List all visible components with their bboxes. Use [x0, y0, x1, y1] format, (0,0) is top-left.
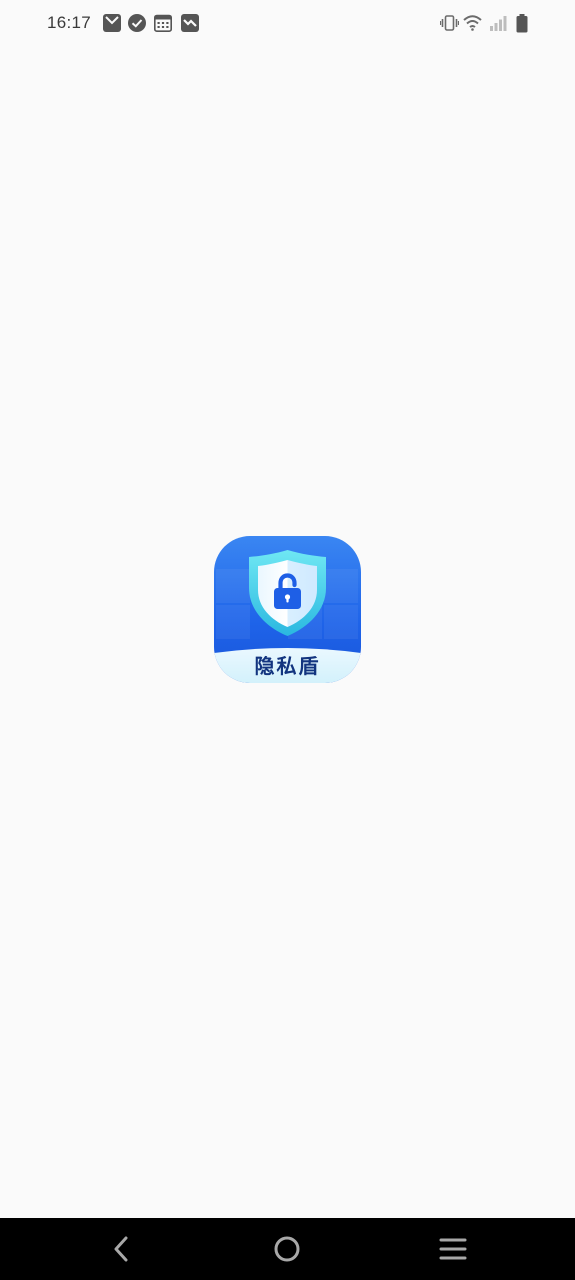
recents-icon: [439, 1238, 467, 1260]
back-icon: [114, 1236, 128, 1262]
home-icon: [274, 1236, 300, 1262]
recents-button[interactable]: [418, 1218, 488, 1280]
check-circle-icon: [128, 14, 146, 32]
mail-icon: [103, 14, 121, 32]
vibrate-icon: [439, 15, 460, 36]
app-logo: 隐私盾: [214, 536, 361, 683]
signal-icon: [490, 15, 507, 36]
wifi-icon: [463, 14, 482, 36]
battery-icon: [516, 14, 528, 38]
status-bar: 16:17: [0, 0, 575, 48]
status-time: 16:17: [47, 13, 92, 32]
calendar-icon: [154, 14, 172, 32]
navigation-bar: [0, 1218, 575, 1280]
photo-icon: [181, 14, 199, 32]
back-button[interactable]: [87, 1218, 157, 1280]
app-name: 隐私盾: [254, 654, 321, 678]
home-button[interactable]: [252, 1218, 322, 1280]
